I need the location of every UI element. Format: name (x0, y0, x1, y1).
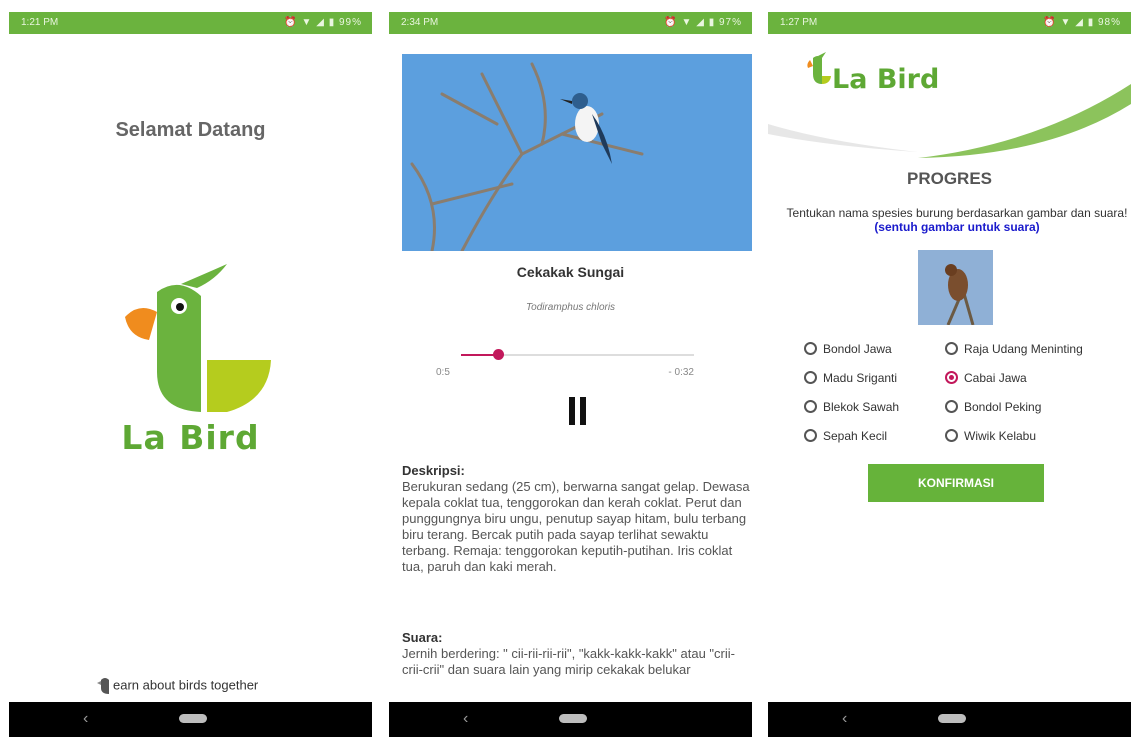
tagline-text: earn about birds together (113, 677, 259, 693)
description-heading: Deskripsi: (402, 463, 465, 478)
answer-option-label: Sepah Kecil (823, 429, 888, 443)
status-icons: ⏰ ▼ ◢ ▮ 98% (1043, 17, 1121, 28)
home-icon[interactable] (179, 714, 207, 723)
back-icon[interactable]: ‹ (842, 710, 847, 728)
brand-logo-text: La Bird (121, 418, 260, 457)
species-name: Cekakak Sungai (516, 264, 625, 280)
home-icon[interactable] (559, 714, 587, 723)
answer-option[interactable]: Sepah Kecil (804, 427, 887, 445)
instruction-text: Tentukan nama spesies burung berdasarkan… (786, 206, 1128, 220)
radio-checked-icon[interactable] (945, 371, 958, 385)
radio-unchecked-icon[interactable] (804, 342, 817, 356)
radio-unchecked-icon[interactable] (945, 342, 958, 356)
current-time: 0:5 (436, 367, 450, 378)
answer-option[interactable]: Blekok Sawah (804, 398, 899, 416)
bird-photo[interactable] (402, 54, 752, 251)
answer-option-label: Bondol Jawa (823, 342, 892, 356)
radio-unchecked-icon[interactable] (804, 400, 817, 414)
status-time: 2:34 PM (401, 17, 439, 28)
mini-bird-logo-icon (97, 678, 109, 694)
description-section: Deskripsi: Berukuran sedang (25 cm), ber… (402, 463, 752, 575)
welcome-screen: 1:21 PM ⏰ ▼ ◢ ▮ 99% Selamat Datang La Bi… (9, 12, 372, 737)
remaining-time: - 0:32 (668, 367, 694, 378)
welcome-title: Selamat Datang (115, 119, 266, 141)
status-bar: 1:27 PM ⏰ ▼ ◢ ▮ 98% (768, 12, 1131, 34)
radio-unchecked-icon[interactable] (945, 400, 958, 414)
back-icon[interactable]: ‹ (463, 710, 468, 728)
system-nav-bar: ‹ (389, 702, 752, 737)
species-detail-screen: 2:34 PM ⏰ ▼ ◢ ▮ 97% Cekakak Sungai Todir… (389, 12, 752, 737)
home-icon[interactable] (938, 714, 966, 723)
quiz-screen: 1:27 PM ⏰ ▼ ◢ ▮ 98% La Bird PROGRES Tent… (768, 12, 1131, 737)
answer-option[interactable]: Raja Udang Meninting (945, 340, 1083, 358)
sound-heading: Suara: (402, 630, 443, 645)
status-time: 1:27 PM (780, 17, 818, 28)
answer-option[interactable]: Bondol Jawa (804, 340, 892, 358)
tagline: earn about birds together (95, 676, 258, 696)
system-nav-bar: ‹ (768, 702, 1131, 737)
bird-logo-icon (125, 264, 271, 412)
instruction-hint: (sentuh gambar untuk suara) (874, 220, 1040, 234)
radio-unchecked-icon[interactable] (804, 429, 817, 443)
scientific-name: Todiramphus chloris (525, 302, 616, 313)
radio-unchecked-icon[interactable] (945, 429, 958, 443)
page-title: PROGRES (906, 169, 993, 188)
answer-option-label: Wiwik Kelabu (964, 429, 1037, 443)
instruction: Tentukan nama spesies burung berdasarkan… (782, 206, 1131, 234)
status-icons: ⏰ ▼ ◢ ▮ 97% (664, 17, 742, 28)
answer-option[interactable]: Cabai Jawa (945, 369, 1027, 387)
back-icon[interactable]: ‹ (83, 710, 88, 728)
system-nav-bar: ‹ (9, 702, 372, 737)
bird-logo-icon (807, 52, 831, 84)
answer-option-label: Cabai Jawa (964, 371, 1027, 385)
answer-option-label: Raja Udang Meninting (964, 342, 1083, 356)
description-text: Berukuran sedang (25 cm), berwarna sanga… (402, 479, 750, 574)
sound-text: Jernih berdering: " cii-rii-rii-rii", "k… (402, 646, 735, 677)
answer-option[interactable]: Wiwik Kelabu (945, 427, 1036, 445)
status-time: 1:21 PM (21, 17, 59, 28)
seek-bar-thumb[interactable] (493, 349, 505, 360)
sound-section: Suara: Jernih berdering: " cii-rii-rii-r… (402, 630, 752, 678)
answer-option[interactable]: Madu Sriganti (804, 369, 897, 387)
answer-option-label: Madu Sriganti (823, 371, 898, 385)
bird-sound-image[interactable] (918, 250, 993, 325)
brand-logo-text: La Bird (832, 64, 940, 95)
radio-unchecked-icon[interactable] (804, 371, 817, 385)
answer-option-label: Blekok Sawah (823, 400, 900, 414)
status-bar: 2:34 PM ⏰ ▼ ◢ ▮ 97% (389, 12, 752, 34)
answer-option-label: Bondol Peking (964, 400, 1042, 414)
pause-icon[interactable] (569, 397, 587, 425)
status-icons: ⏰ ▼ ◢ ▮ 99% (284, 17, 362, 28)
audio-seek-bar[interactable] (461, 349, 694, 360)
status-bar: 1:21 PM ⏰ ▼ ◢ ▮ 99% (9, 12, 372, 34)
confirm-button[interactable]: KONFIRMASI (868, 464, 1044, 502)
answer-option[interactable]: Bondol Peking (945, 398, 1041, 416)
